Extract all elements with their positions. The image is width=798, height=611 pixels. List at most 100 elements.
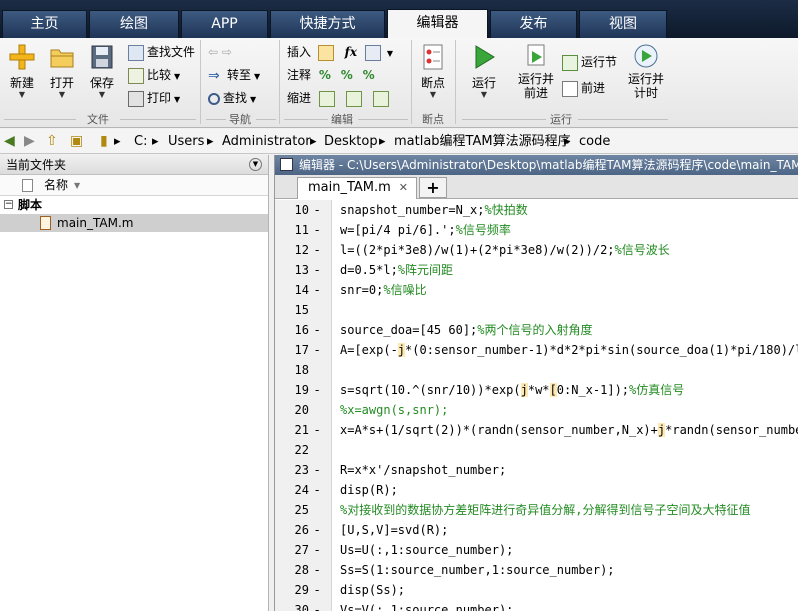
group-scripts[interactable]: − 脚本 — [0, 196, 268, 214]
run-and-advance-button[interactable]: 运行并 前进 — [514, 42, 558, 100]
back-arrow-icon[interactable]: ⇦ — [208, 45, 218, 59]
code-line[interactable]: w=[pi/4 pi/6].';%信号频率 — [340, 220, 511, 240]
code-line[interactable]: disp(Ss); — [340, 580, 405, 600]
browse-folder-icon[interactable]: ▣ — [70, 133, 83, 149]
run-dropdown-icon[interactable]: ▼ — [464, 91, 504, 99]
code-line[interactable]: l=((2*pi*3e8)/w(1)+(2*pi*3e8)/w(2))/2;%信… — [340, 240, 670, 260]
insert-button[interactable]: 插入 fx ▼ — [287, 42, 393, 62]
executable-line-marker[interactable]: - — [315, 340, 325, 360]
code-line[interactable]: disp(R); — [340, 480, 398, 500]
advance-button[interactable]: 前进 — [562, 78, 605, 98]
tab-view[interactable]: 视图 — [579, 10, 667, 38]
smart-indent-icon[interactable] — [318, 90, 335, 107]
executable-line-marker[interactable]: - — [315, 260, 325, 280]
executable-line-marker[interactable]: - — [315, 560, 325, 580]
code-line[interactable]: d=0.5*l;%阵元间距 — [340, 260, 453, 280]
goto-dropdown-icon[interactable]: ▼ — [254, 72, 260, 81]
crumb-project-folder[interactable]: matlab编程TAM算法源码程序 — [394, 133, 571, 150]
file-item-main-tam[interactable]: main_TAM.m — [0, 214, 268, 232]
executable-line-marker[interactable] — [315, 360, 325, 380]
executable-line-marker[interactable] — [315, 300, 325, 320]
collapse-icon[interactable]: − — [4, 200, 13, 209]
close-icon[interactable]: ✕ — [399, 178, 408, 198]
executable-line-marker[interactable]: - — [315, 600, 325, 611]
save-button[interactable]: 保存 ▼ — [84, 42, 120, 99]
executable-line-marker[interactable]: - — [315, 220, 325, 240]
tab-apps[interactable]: APP — [181, 10, 268, 38]
add-tab-button[interactable]: + — [419, 177, 447, 198]
editor-tab-main-tam[interactable]: main_TAM.m ✕ — [297, 177, 417, 199]
executable-line-marker[interactable]: - — [315, 200, 325, 220]
executable-line-marker[interactable]: - — [315, 380, 325, 400]
decrease-indent-icon[interactable] — [372, 90, 389, 107]
uncomment-icon[interactable]: % — [341, 68, 353, 82]
executable-line-marker[interactable]: - — [315, 520, 325, 540]
code-line[interactable]: Us=U(:,1:source_number); — [340, 540, 513, 560]
insert-cell-icon[interactable] — [364, 44, 381, 61]
forward-arrow-icon[interactable]: ⇨ — [222, 45, 232, 59]
open-button[interactable]: 打开 ▼ — [44, 42, 80, 99]
executable-line-marker[interactable]: - — [315, 480, 325, 500]
find-files-button[interactable]: 查找文件 — [128, 42, 195, 62]
comment-button[interactable]: 注释 % % % — [287, 65, 375, 85]
increase-indent-icon[interactable] — [345, 90, 362, 107]
executable-line-marker[interactable]: - — [315, 540, 325, 560]
up-folder-icon[interactable]: ⇧ — [46, 133, 58, 149]
back-forward-buttons[interactable]: ⇦ ⇨ — [208, 42, 232, 62]
compare-dropdown-icon[interactable]: ▼ — [174, 72, 180, 81]
code-line[interactable]: %x=awgn(s,snr); — [340, 400, 448, 420]
executable-line-marker[interactable]: - — [315, 320, 325, 340]
executable-line-marker[interactable]: - — [315, 420, 325, 440]
crumb-code[interactable]: code — [579, 133, 610, 150]
print-button[interactable]: 打印 ▼ — [128, 88, 180, 108]
fx-icon[interactable]: fx — [345, 45, 357, 59]
save-dropdown-icon[interactable]: ▼ — [84, 91, 120, 99]
code-line[interactable]: R=x*x'/snapshot_number; — [340, 460, 506, 480]
executable-line-marker[interactable] — [315, 440, 325, 460]
code-line[interactable]: A=[exp(-j*(0:sensor_number-1)*d*2*pi*sin… — [340, 340, 798, 360]
code-line[interactable]: Ss=S(1:source_number,1:source_number); — [340, 560, 615, 580]
forward-icon[interactable]: ▶ — [24, 133, 35, 149]
code-line[interactable]: source_doa=[45 60];%两个信号的入射角度 — [340, 320, 593, 340]
code-line[interactable]: s=sqrt(10.^(snr/10))*exp(j*w*[0:N_x-1]);… — [340, 380, 684, 400]
column-name[interactable]: 名称 — [44, 175, 68, 196]
executable-line-marker[interactable]: - — [315, 240, 325, 260]
open-dropdown-icon[interactable]: ▼ — [44, 91, 80, 99]
find-button[interactable]: 查找 ▼ — [208, 88, 256, 108]
code-line[interactable]: snapshot_number=N_x;%快拍数 — [340, 200, 528, 220]
sort-caret-icon[interactable]: ▼ — [74, 175, 80, 196]
executable-line-marker[interactable] — [315, 400, 325, 420]
wrap-comment-icon[interactable]: % — [363, 68, 375, 82]
panel-menu-icon[interactable]: ▼ — [249, 158, 262, 171]
crumb-desktop[interactable]: Desktop — [324, 133, 378, 150]
run-section-button[interactable]: 运行节 — [562, 52, 617, 72]
indent-button[interactable]: 缩进 — [287, 88, 392, 108]
tab-publish[interactable]: 发布 — [490, 10, 577, 38]
new-dropdown-icon[interactable]: ▼ — [4, 91, 40, 99]
compare-button[interactable]: 比较 ▼ — [128, 65, 180, 85]
executable-line-marker[interactable]: - — [315, 280, 325, 300]
run-button[interactable]: 运行 ▼ — [464, 42, 504, 99]
print-dropdown-icon[interactable]: ▼ — [174, 95, 180, 104]
code-line[interactable]: snr=0;%信噪比 — [340, 280, 427, 300]
crumb-users[interactable]: Users — [168, 133, 204, 150]
tab-shortcuts[interactable]: 快捷方式 — [270, 10, 385, 38]
code-line[interactable]: Vs=V(:,1:source_number); — [340, 600, 513, 611]
code-line[interactable]: x=A*s+(1/sqrt(2))*(randn(sensor_number,N… — [340, 420, 798, 440]
tab-home[interactable]: 主页 — [2, 10, 87, 38]
executable-line-marker[interactable]: - — [315, 580, 325, 600]
back-icon[interactable]: ◀ — [4, 133, 15, 149]
crumb-drive[interactable]: C: — [134, 133, 147, 150]
breakpoints-dropdown-icon[interactable]: ▼ — [414, 91, 452, 99]
crumb-administrator[interactable]: Administrator — [222, 133, 311, 150]
executable-line-marker[interactable]: - — [315, 460, 325, 480]
tab-plots[interactable]: 绘图 — [89, 10, 179, 38]
executable-line-marker[interactable] — [315, 500, 325, 520]
code-line[interactable]: %对接收到的数据协方差矩阵进行奇异值分解,分解得到信号子空间及大特征值 — [340, 500, 750, 520]
run-and-time-button[interactable]: 运行并 计时 — [624, 42, 668, 100]
new-button[interactable]: 新建 ▼ — [4, 42, 40, 99]
insert-dropdown-icon[interactable]: ▼ — [387, 49, 393, 58]
goto-button[interactable]: ⇒ 转至 ▼ — [208, 65, 260, 85]
comment-percent-icon[interactable]: % — [319, 68, 331, 82]
code-area[interactable]: 10- snapshot_number=N_x;%快拍数 11- w=[pi/4 pi… — [275, 200, 798, 611]
